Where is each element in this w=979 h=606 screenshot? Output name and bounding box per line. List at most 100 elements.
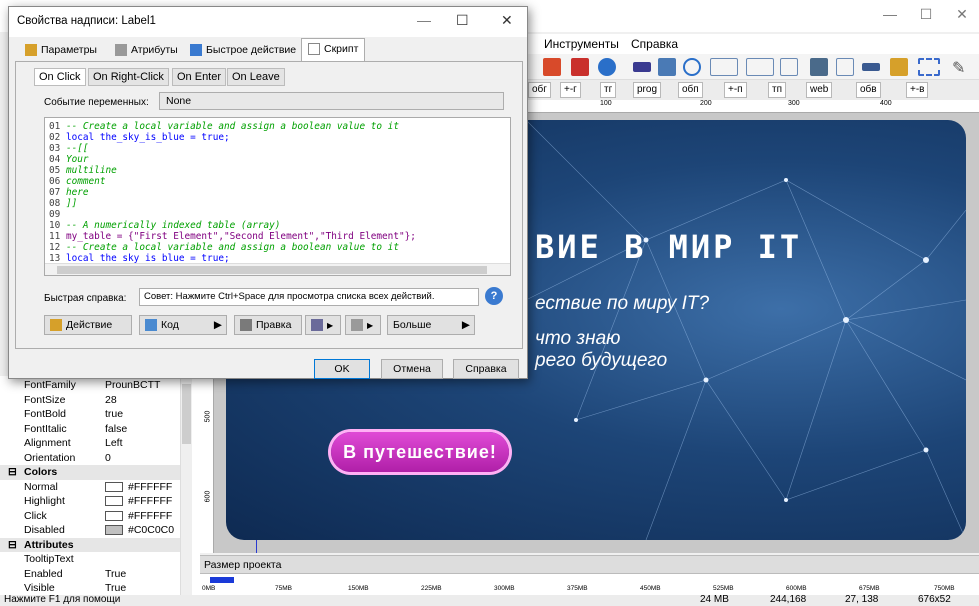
- radio-icon[interactable]: [683, 58, 701, 76]
- help-icon[interactable]: ?: [485, 287, 503, 305]
- combobox-icon[interactable]: [746, 58, 774, 76]
- page-tab[interactable]: обв: [856, 82, 881, 98]
- line-number: 01: [49, 121, 61, 132]
- page-tab[interactable]: тп: [768, 82, 786, 98]
- menu-help[interactable]: Справка: [631, 37, 678, 51]
- help-button[interactable]: Справка: [453, 359, 519, 379]
- maximize-icon[interactable]: ☐: [456, 12, 469, 29]
- prop-row[interactable]: Highlight #FFFFFF: [0, 494, 192, 509]
- prop-row[interactable]: Disabled #C0C0C0: [0, 523, 192, 538]
- image-icon[interactable]: [543, 58, 561, 76]
- prop-row[interactable]: FontBold true: [0, 407, 192, 422]
- dialog-titlebar[interactable]: Свойства надписи: Label1 — ☐ ✕: [9, 7, 527, 37]
- page-tab[interactable]: обг: [528, 82, 551, 98]
- action-button[interactable]: Действие: [44, 315, 132, 335]
- travel-button[interactable]: В путешествие!: [331, 432, 509, 472]
- list-icon[interactable]: [780, 58, 798, 76]
- page-tab[interactable]: prog: [633, 82, 662, 98]
- menu-tools[interactable]: Инструменты: [544, 37, 619, 51]
- canvas-text-line[interactable]: что знаю: [535, 328, 620, 350]
- scroll-thumb[interactable]: [182, 384, 191, 444]
- more-button[interactable]: Больше ▶: [387, 315, 475, 335]
- prop-row[interactable]: Alignment Left: [0, 436, 192, 451]
- edit-button[interactable]: Правка: [234, 315, 302, 335]
- web-icon[interactable]: [598, 58, 616, 76]
- code-line[interactable]: 09: [49, 209, 66, 220]
- cancel-button[interactable]: Отмена: [381, 359, 443, 379]
- event-tab-on-enter[interactable]: On Enter: [172, 68, 227, 86]
- ok-button[interactable]: OK: [314, 359, 370, 379]
- collapse-icon[interactable]: ⊟: [8, 466, 17, 478]
- code-line[interactable]: 07 here: [49, 187, 89, 198]
- prop-row[interactable]: FontSize 28: [0, 393, 192, 408]
- properties-scrollbar[interactable]: [180, 376, 192, 596]
- color-swatch[interactable]: [105, 481, 123, 492]
- top-ruler: 100 200 300 400: [528, 100, 979, 113]
- color-swatch[interactable]: [105, 496, 123, 506]
- canvas-text-line[interactable]: ествие по миру IT?: [535, 293, 709, 315]
- tab-parameters[interactable]: Параметры: [19, 40, 103, 61]
- event-tab-on-right-click[interactable]: On Right-Click: [88, 68, 169, 86]
- code-button[interactable]: Код ▶: [139, 315, 227, 335]
- collapse-icon[interactable]: ⊟: [8, 539, 17, 551]
- scale-mark: 600MB: [786, 585, 807, 592]
- prop-category-attributes[interactable]: ⊟ Attributes: [0, 537, 192, 552]
- maximize-icon[interactable]: ☐: [912, 6, 940, 26]
- page-tab[interactable]: тг: [600, 82, 617, 98]
- close-icon[interactable]: ✕: [501, 12, 513, 29]
- page-tab[interactable]: web: [806, 82, 833, 98]
- editor-horizontal-scrollbar[interactable]: [45, 263, 510, 275]
- page-tab[interactable]: обп: [678, 82, 703, 98]
- event-tab-on-click[interactable]: On Click: [34, 68, 86, 86]
- prop-row[interactable]: TooltipText: [0, 552, 192, 567]
- code-line[interactable]: 04 Your: [49, 154, 89, 165]
- scroll-thumb[interactable]: [57, 266, 487, 274]
- page-tab[interactable]: +-п: [724, 82, 747, 98]
- checkbox-icon[interactable]: [658, 58, 676, 76]
- code-line[interactable]: 03 --[[: [49, 143, 89, 154]
- progress-icon[interactable]: [862, 63, 880, 71]
- tab-attributes[interactable]: Атрибуты: [109, 40, 184, 61]
- color-swatch[interactable]: [105, 525, 123, 535]
- minimize-icon[interactable]: —: [417, 12, 431, 28]
- format-button[interactable]: ▶: [305, 315, 341, 335]
- prop-row[interactable]: Enabled True: [0, 567, 192, 582]
- minimize-icon[interactable]: —: [876, 6, 904, 26]
- prop-row[interactable]: Click #FFFFFF: [0, 509, 192, 524]
- script-editor[interactable]: 01 -- Create a local variable and assign…: [44, 117, 511, 276]
- code-line[interactable]: 06 comment: [49, 176, 105, 187]
- pencil-icon[interactable]: ✎: [952, 58, 970, 77]
- button-icon[interactable]: [633, 62, 651, 72]
- page-tab[interactable]: +-г: [560, 82, 581, 98]
- tab-quick-action[interactable]: Быстрое действие: [184, 40, 302, 61]
- arrow-right-icon: ▶: [461, 319, 470, 331]
- grid-icon[interactable]: [810, 58, 828, 76]
- color-swatch[interactable]: [105, 510, 123, 521]
- tools-button[interactable]: ▶: [345, 315, 381, 335]
- canvas-text-line[interactable]: рего будущего: [535, 350, 667, 372]
- tab-script[interactable]: Скрипт: [301, 38, 366, 62]
- prop-category-colors[interactable]: ⊟ Colors: [0, 465, 192, 480]
- code-line[interactable]: 08 ]]: [49, 198, 77, 209]
- project-size-scale: 0MB 75MB 150MB 225MB 300MB 375MB 450MB 5…: [200, 573, 979, 595]
- code-line[interactable]: 10 -- A numerically indexed table (array…: [49, 220, 280, 231]
- canvas-heading[interactable]: ВИЕ В МИР IT: [535, 228, 802, 266]
- prop-row[interactable]: FontItalic false: [0, 422, 192, 437]
- code-line[interactable]: 11 my_table = {"First Element","Second E…: [49, 231, 416, 242]
- event-var-field[interactable]: None: [159, 92, 504, 110]
- tree-icon[interactable]: [890, 58, 908, 76]
- close-icon[interactable]: ✕: [948, 6, 976, 26]
- code-line[interactable]: 02 local the_sky_is_blue = true;: [49, 132, 230, 143]
- frame-icon[interactable]: [918, 58, 940, 76]
- prop-row[interactable]: Normal #FFFFFF: [0, 480, 192, 495]
- page-tab[interactable]: +-в: [906, 82, 929, 98]
- input-icon[interactable]: [710, 58, 738, 76]
- event-tab-on-leave[interactable]: On Leave: [227, 68, 285, 86]
- table-icon[interactable]: [836, 58, 854, 76]
- prop-row[interactable]: Orientation 0: [0, 451, 192, 466]
- code-line[interactable]: 01 -- Create a local variable and assign…: [49, 121, 399, 132]
- code-line[interactable]: 12 -- Create a local variable and assign…: [49, 242, 399, 253]
- prop-row[interactable]: FontFamily ProunBCTT: [0, 378, 192, 393]
- pdf-icon[interactable]: [571, 58, 589, 76]
- code-line[interactable]: 05 multiline: [49, 165, 117, 176]
